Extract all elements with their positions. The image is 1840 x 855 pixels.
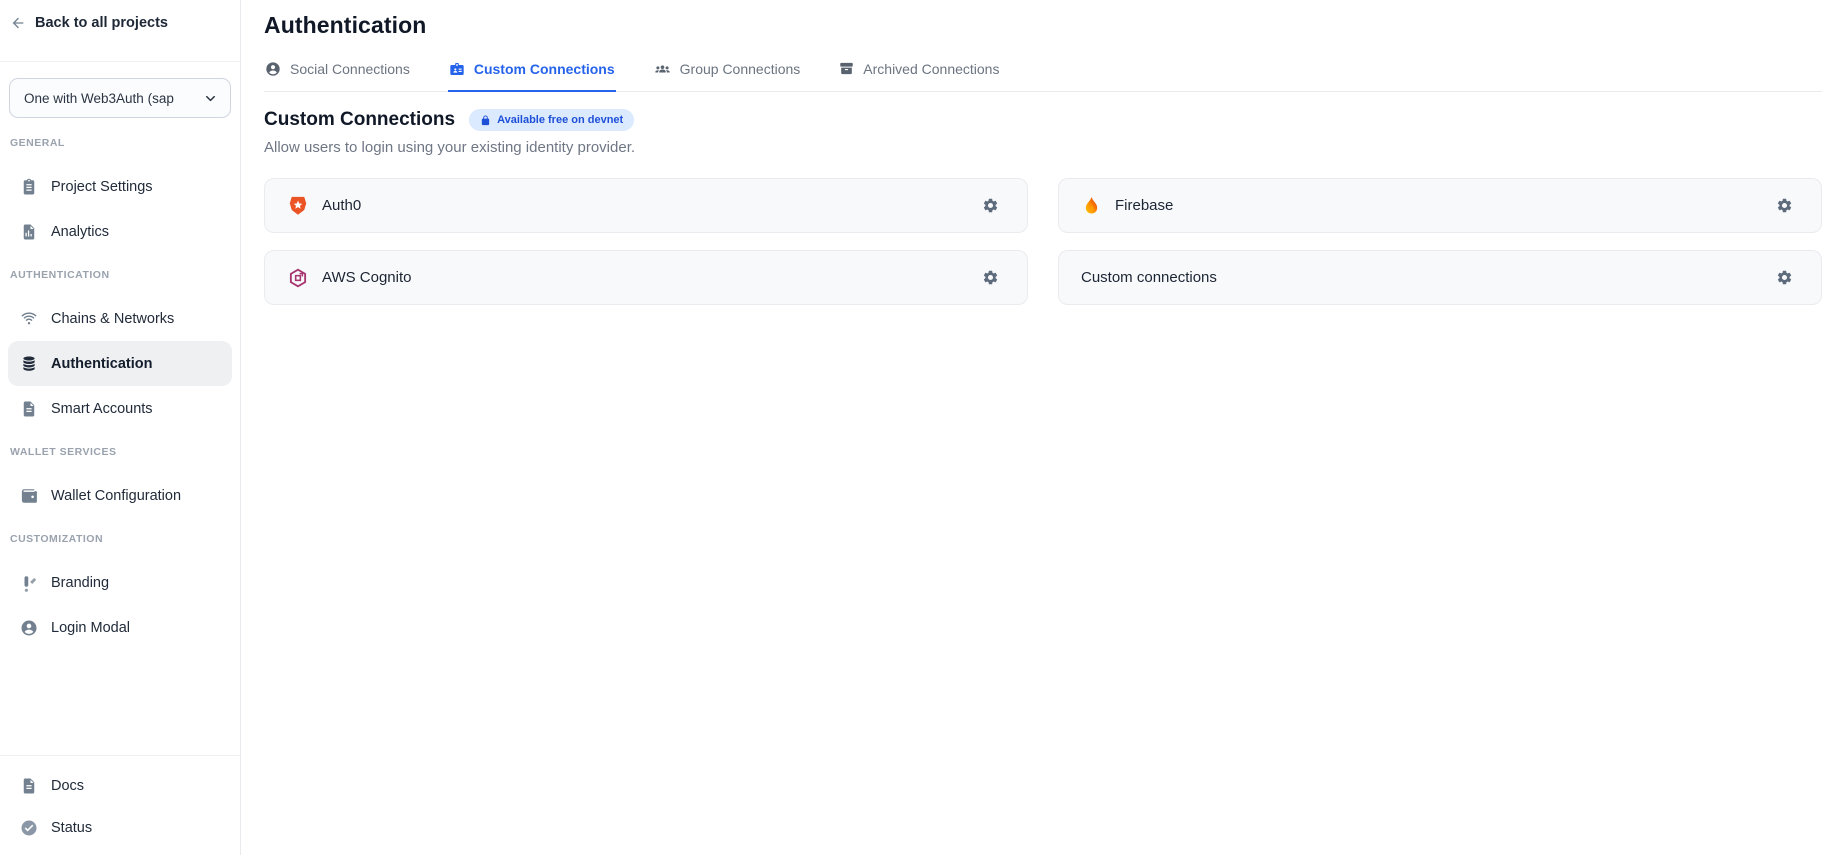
wifi-icon	[20, 310, 38, 328]
user-circle-icon	[265, 61, 281, 77]
section-header-customization: CUSTOMIZATION	[8, 532, 232, 546]
sidebar-item-docs[interactable]: Docs	[8, 765, 232, 807]
card-firebase[interactable]: Firebase	[1058, 178, 1822, 233]
gear-icon	[1776, 197, 1793, 214]
aws-cognito-settings-button[interactable]	[980, 267, 1001, 288]
sidebar-item-wallet-configuration[interactable]: Wallet Configuration	[8, 473, 232, 518]
section-header-general: GENERAL	[8, 136, 232, 150]
gear-icon	[982, 197, 999, 214]
clipboard-icon	[20, 178, 38, 196]
card-aws-cognito[interactable]: AWS Cognito	[264, 250, 1028, 305]
sidebar-item-status[interactable]: Status	[8, 807, 232, 849]
card-custom-connections[interactable]: Custom connections	[1058, 250, 1822, 305]
devnet-badge: Available free on devnet	[469, 109, 634, 131]
project-selector[interactable]: One with Web3Auth (sap	[9, 78, 231, 118]
custom-connections-settings-button[interactable]	[1774, 267, 1795, 288]
section-description: Allow users to login using your existing…	[264, 139, 1822, 156]
gear-icon	[1776, 269, 1793, 286]
id-badge-icon	[449, 61, 465, 77]
tab-social-connections[interactable]: Social Connections	[264, 58, 411, 92]
file-icon	[20, 400, 38, 418]
tab-custom-connections[interactable]: Custom Connections	[448, 58, 616, 92]
sidebar: Back to all projects One with Web3Auth (…	[0, 0, 241, 855]
sidebar-item-login-modal[interactable]: Login Modal	[8, 605, 232, 650]
section-header-wallet-services: WALLET SERVICES	[8, 445, 232, 459]
database-icon	[20, 355, 38, 373]
sidebar-item-chains-networks[interactable]: Chains & Networks	[8, 296, 232, 341]
user-circle-icon	[20, 619, 38, 637]
tab-bar: Social Connections Custom Connections Gr…	[264, 58, 1822, 92]
sidebar-item-authentication[interactable]: Authentication	[8, 341, 232, 386]
auth0-settings-button[interactable]	[980, 195, 1001, 216]
wallet-icon	[20, 487, 38, 505]
check-circle-icon	[20, 819, 38, 837]
firebase-logo	[1081, 195, 1102, 216]
firebase-settings-button[interactable]	[1774, 195, 1795, 216]
sidebar-nav: GENERAL Project Settings Analytics AUTHE…	[0, 118, 240, 755]
tab-archived-connections[interactable]: Archived Connections	[838, 58, 1000, 92]
analytics-doc-icon	[20, 223, 38, 241]
sidebar-footer: Docs Status	[0, 755, 240, 855]
sidebar-item-project-settings[interactable]: Project Settings	[8, 164, 232, 209]
tab-group-connections[interactable]: Group Connections	[653, 58, 802, 92]
main-content: Authentication Social Connections Custom…	[241, 0, 1840, 855]
app-root: Back to all projects One with Web3Auth (…	[0, 0, 1840, 855]
devnet-badge-label: Available free on devnet	[497, 114, 623, 126]
section-header-authentication: AUTHENTICATION	[8, 268, 232, 282]
arrow-left-icon	[10, 15, 26, 31]
back-to-projects-label: Back to all projects	[35, 14, 168, 32]
connection-cards: Auth0 Firebase AWS Cognito	[264, 178, 1822, 305]
section-title: Custom Connections	[264, 109, 455, 131]
sidebar-item-analytics[interactable]: Analytics	[8, 209, 232, 254]
sidebar-item-smart-accounts[interactable]: Smart Accounts	[8, 386, 232, 431]
page-title: Authentication	[264, 12, 1822, 39]
gear-icon	[982, 269, 999, 286]
chevron-down-icon	[203, 91, 218, 106]
auth0-logo	[287, 195, 309, 217]
file-icon	[20, 777, 38, 795]
aws-cognito-logo	[287, 267, 309, 289]
project-selector-value: One with Web3Auth (sap	[24, 91, 197, 106]
sidebar-item-branding[interactable]: Branding	[8, 560, 232, 605]
card-auth0[interactable]: Auth0	[264, 178, 1028, 233]
brush-icon	[20, 574, 38, 592]
section-head: Custom Connections Available free on dev…	[264, 109, 1822, 131]
lock-icon	[480, 115, 491, 126]
archive-icon	[839, 61, 854, 76]
users-group-icon	[654, 60, 671, 77]
back-to-projects-link[interactable]: Back to all projects	[0, 0, 240, 62]
